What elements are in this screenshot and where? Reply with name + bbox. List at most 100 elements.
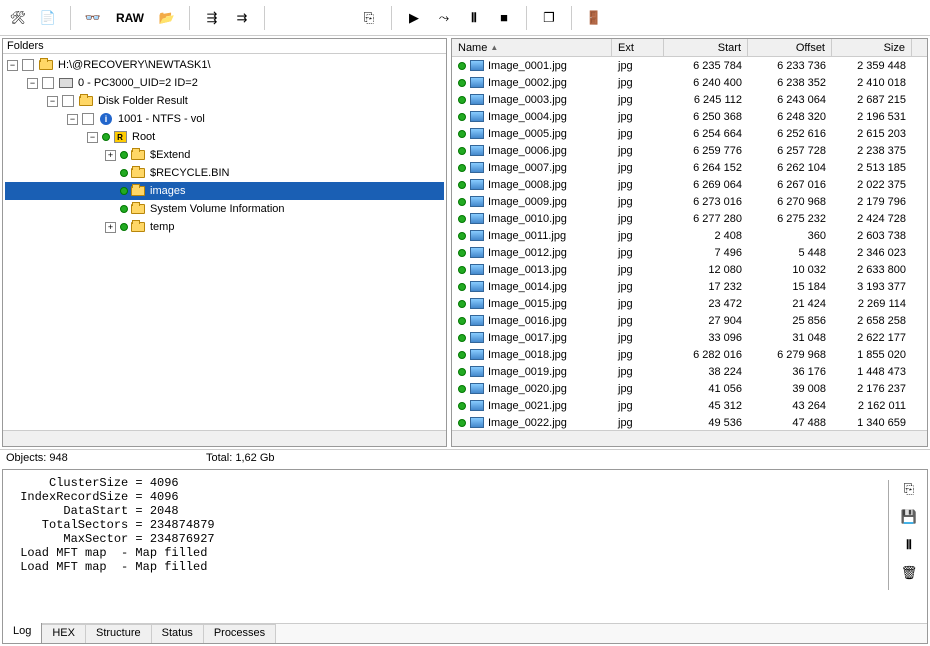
file-name: Image_0020.jpg [488,383,567,395]
col-size[interactable]: Size [832,39,912,56]
open-button[interactable]: 📂 [153,5,181,31]
status-dot-icon [458,164,466,172]
log-tab-hex[interactable]: HEX [42,624,86,643]
file-ext: jpg [612,179,664,191]
image-file-icon [470,145,484,156]
table-row[interactable]: Image_0008.jpgjpg6 269 0646 267 0162 022… [452,176,927,193]
log-tab-status[interactable]: Status [152,624,204,643]
checkbox[interactable] [42,77,54,89]
status-dot-icon [458,351,466,359]
table-row[interactable]: Image_0009.jpgjpg6 273 0166 270 9682 179… [452,193,927,210]
expander-icon[interactable]: − [67,114,78,125]
export-button[interactable]: ⎘ [355,5,383,31]
table-row[interactable]: Image_0004.jpgjpg6 250 3686 248 3202 196… [452,108,927,125]
exit-button[interactable]: 🚪 [580,5,608,31]
tree-label: H:\@RECOVERY\NEWTASK1\ [58,59,211,71]
tree-root[interactable]: − H:\@RECOVERY\NEWTASK1\ [5,56,444,74]
file-size: 2 269 114 [832,298,912,310]
table-row[interactable]: Image_0006.jpgjpg6 259 7766 257 7282 238… [452,142,927,159]
table-row[interactable]: Image_0017.jpgjpg33 09631 0482 622 177 [452,329,927,346]
log-text[interactable]: ClusterSize = 4096 IndexRecordSize = 409… [3,470,927,623]
file-start: 6 282 016 [664,349,748,361]
find-button[interactable]: 👓 [79,5,107,31]
file-ext: jpg [612,213,664,225]
log-tab-log[interactable]: Log [3,623,42,643]
file-name: Image_0005.jpg [488,128,567,140]
copy-button[interactable]: ❐ [535,5,563,31]
col-ext[interactable]: Ext [612,39,664,56]
table-row[interactable]: Image_0014.jpgjpg17 23215 1843 193 377 [452,278,927,295]
folder-tree[interactable]: − H:\@RECOVERY\NEWTASK1\ − 0 - PC3000_UI… [3,54,446,430]
table-row[interactable]: Image_0013.jpgjpg12 08010 0322 633 800 [452,261,927,278]
checkbox[interactable] [62,95,74,107]
table-row[interactable]: Image_0021.jpgjpg45 31243 2642 162 011 [452,397,927,414]
col-offset[interactable]: Offset [748,39,832,56]
log-save-button[interactable]: 💾 [899,508,919,526]
tree-label: 1001 - NTFS - vol [118,113,205,125]
status-dot-icon [458,147,466,155]
col-name[interactable]: Name▲ [452,39,612,56]
table-row[interactable]: Image_0002.jpgjpg6 240 4006 238 3522 410… [452,74,927,91]
step-button[interactable]: ⤳ [430,5,458,31]
table-row[interactable]: Image_0016.jpgjpg27 90425 8562 658 258 [452,312,927,329]
expander-icon[interactable]: + [105,150,116,161]
tree-item[interactable]: images [5,182,444,200]
table-row[interactable]: Image_0010.jpgjpg6 277 2806 275 2322 424… [452,210,927,227]
col-start[interactable]: Start [664,39,748,56]
table-row[interactable]: Image_0020.jpgjpg41 05639 0082 176 237 [452,380,927,397]
horizontal-scrollbar[interactable] [452,430,927,446]
log-clear-button[interactable]: 🗑 [899,564,919,582]
pause-button[interactable]: Ⅱ [460,5,488,31]
file-name: Image_0019.jpg [488,366,567,378]
table-row[interactable]: Image_0001.jpgjpg6 235 7846 233 7362 359… [452,57,927,74]
table-row[interactable]: Image_0011.jpgjpg2 4083602 603 738 [452,227,927,244]
tools-button[interactable]: 🛠 [4,5,32,31]
file-name: Image_0003.jpg [488,94,567,106]
tree-item[interactable]: System Volume Information [5,200,444,218]
file-ext: jpg [612,94,664,106]
tree-item[interactable]: $RECYCLE.BIN [5,164,444,182]
file-size: 2 238 375 [832,145,912,157]
table-row[interactable]: Image_0007.jpgjpg6 264 1526 262 1042 513… [452,159,927,176]
tree-rootnode[interactable]: − R Root [5,128,444,146]
table-row[interactable]: Image_0019.jpgjpg38 22436 1761 448 473 [452,363,927,380]
folder-icon [38,58,54,72]
play-button[interactable]: ▶ [400,5,428,31]
expander-icon[interactable]: − [87,132,98,143]
raw-button[interactable]: RAW [109,5,151,31]
file-ext: jpg [612,128,664,140]
struct-button[interactable]: ⇶ [198,5,226,31]
status-dot-icon [120,151,128,159]
document-button[interactable]: 📄 [34,5,62,31]
image-file-icon [470,247,484,258]
file-grid[interactable]: Name▲ Ext Start Offset Size Image_0001.j… [452,39,927,430]
expander-icon[interactable]: − [27,78,38,89]
log-tab-processes[interactable]: Processes [204,624,276,643]
tree-diskfolder[interactable]: − Disk Folder Result [5,92,444,110]
table-row[interactable]: Image_0022.jpgjpg49 53647 4881 340 659 [452,414,927,430]
checkbox[interactable] [82,113,94,125]
table-row[interactable]: Image_0018.jpgjpg6 282 0166 279 9681 855… [452,346,927,363]
log-pause-button[interactable]: Ⅱ [899,536,919,554]
tree-item[interactable]: +$Extend [5,146,444,164]
expander-icon[interactable]: + [105,222,116,233]
horizontal-scrollbar[interactable] [3,430,446,446]
folder-icon [130,166,146,180]
table-row[interactable]: Image_0005.jpgjpg6 254 6646 252 6162 615… [452,125,927,142]
log-export-button[interactable]: ⎘ [899,480,919,498]
tree-volume[interactable]: − i 1001 - NTFS - vol [5,110,444,128]
sort-asc-icon: ▲ [490,43,498,52]
tree-device[interactable]: − 0 - PC3000_UID=2 ID=2 [5,74,444,92]
tree-item[interactable]: +temp [5,218,444,236]
table-row[interactable]: Image_0003.jpgjpg6 245 1126 243 0642 687… [452,91,927,108]
table-row[interactable]: Image_0012.jpgjpg7 4965 4482 346 023 [452,244,927,261]
file-ext: jpg [612,145,664,157]
stop-button[interactable]: ■ [490,5,518,31]
expander-icon[interactable]: − [7,60,18,71]
table-row[interactable]: Image_0015.jpgjpg23 47221 4242 269 114 [452,295,927,312]
log-tab-structure[interactable]: Structure [86,624,152,643]
expander-icon[interactable]: − [47,96,58,107]
checkbox[interactable] [22,59,34,71]
tree-label: System Volume Information [150,203,285,215]
flow-button[interactable]: ⇉ [228,5,256,31]
